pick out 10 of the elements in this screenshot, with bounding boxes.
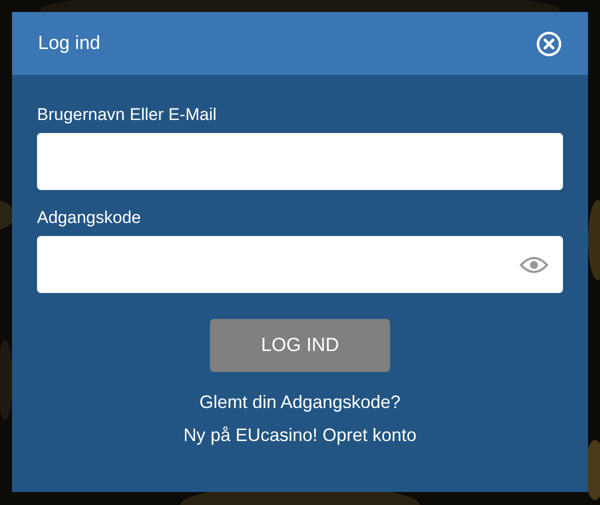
field-label: Adgangskode	[37, 208, 141, 228]
password-field[interactable]	[37, 236, 563, 293]
username-field[interactable]	[37, 133, 563, 190]
eye-icon[interactable]	[519, 254, 549, 274]
forgot-password-link[interactable]: Glemt din Adgangskode?	[199, 392, 401, 413]
signup-prompt: Ny på EUcasino!	[183, 425, 318, 446]
close-button[interactable]	[536, 30, 562, 56]
dialog-title: Log ind	[38, 32, 100, 54]
signup-link[interactable]: Opret konto	[322, 425, 417, 446]
field-label: Brugernavn Eller E-Mail	[37, 105, 217, 125]
